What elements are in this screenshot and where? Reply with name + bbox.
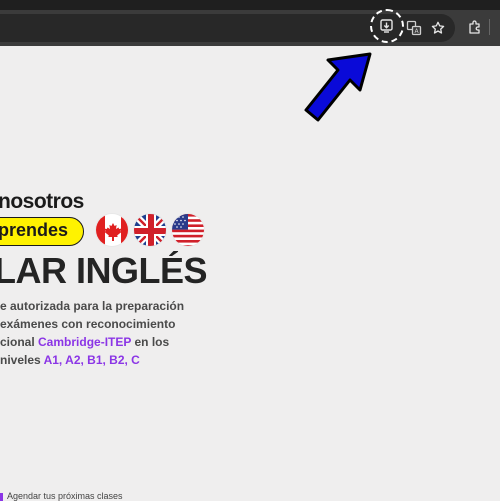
translate-icon[interactable]: A [404, 18, 424, 38]
para-line-1: e autorizada para la preparación [0, 299, 185, 313]
para-line-3-pre: cional [0, 335, 39, 349]
levels-highlight: A1, A2, B1, B2, C [43, 353, 140, 367]
pointer-arrow-icon [304, 52, 372, 122]
usa-flag-icon [171, 213, 205, 247]
hero-line-1: nosotros [0, 190, 84, 213]
footer-marker [0, 492, 3, 501]
highlight-circle [370, 9, 404, 43]
hero-description: e autorizada para la preparación exámene… [0, 297, 184, 369]
hero-headline: LAR INGLÉS [0, 250, 208, 291]
bookmark-star-icon[interactable] [428, 18, 448, 38]
canada-flag-icon [95, 213, 129, 247]
cambridge-itep-link[interactable]: Cambridge-ITEP [38, 335, 131, 349]
para-line-4-pre: niveles [0, 353, 44, 367]
para-line-2: exámenes con reconocimiento [0, 317, 176, 331]
uk-flag-icon [133, 213, 167, 247]
para-line-3: cional Cambridge-ITEP en los [0, 333, 184, 351]
toolbar-divider [489, 19, 490, 35]
window-top-strip [0, 0, 500, 10]
para-line-3-post: en los [131, 335, 170, 349]
hero-pill-text: prendes [0, 220, 69, 240]
extensions-icon[interactable] [465, 17, 485, 37]
para-line-4: niveles A1, A2, B1, B2, C [0, 351, 184, 369]
